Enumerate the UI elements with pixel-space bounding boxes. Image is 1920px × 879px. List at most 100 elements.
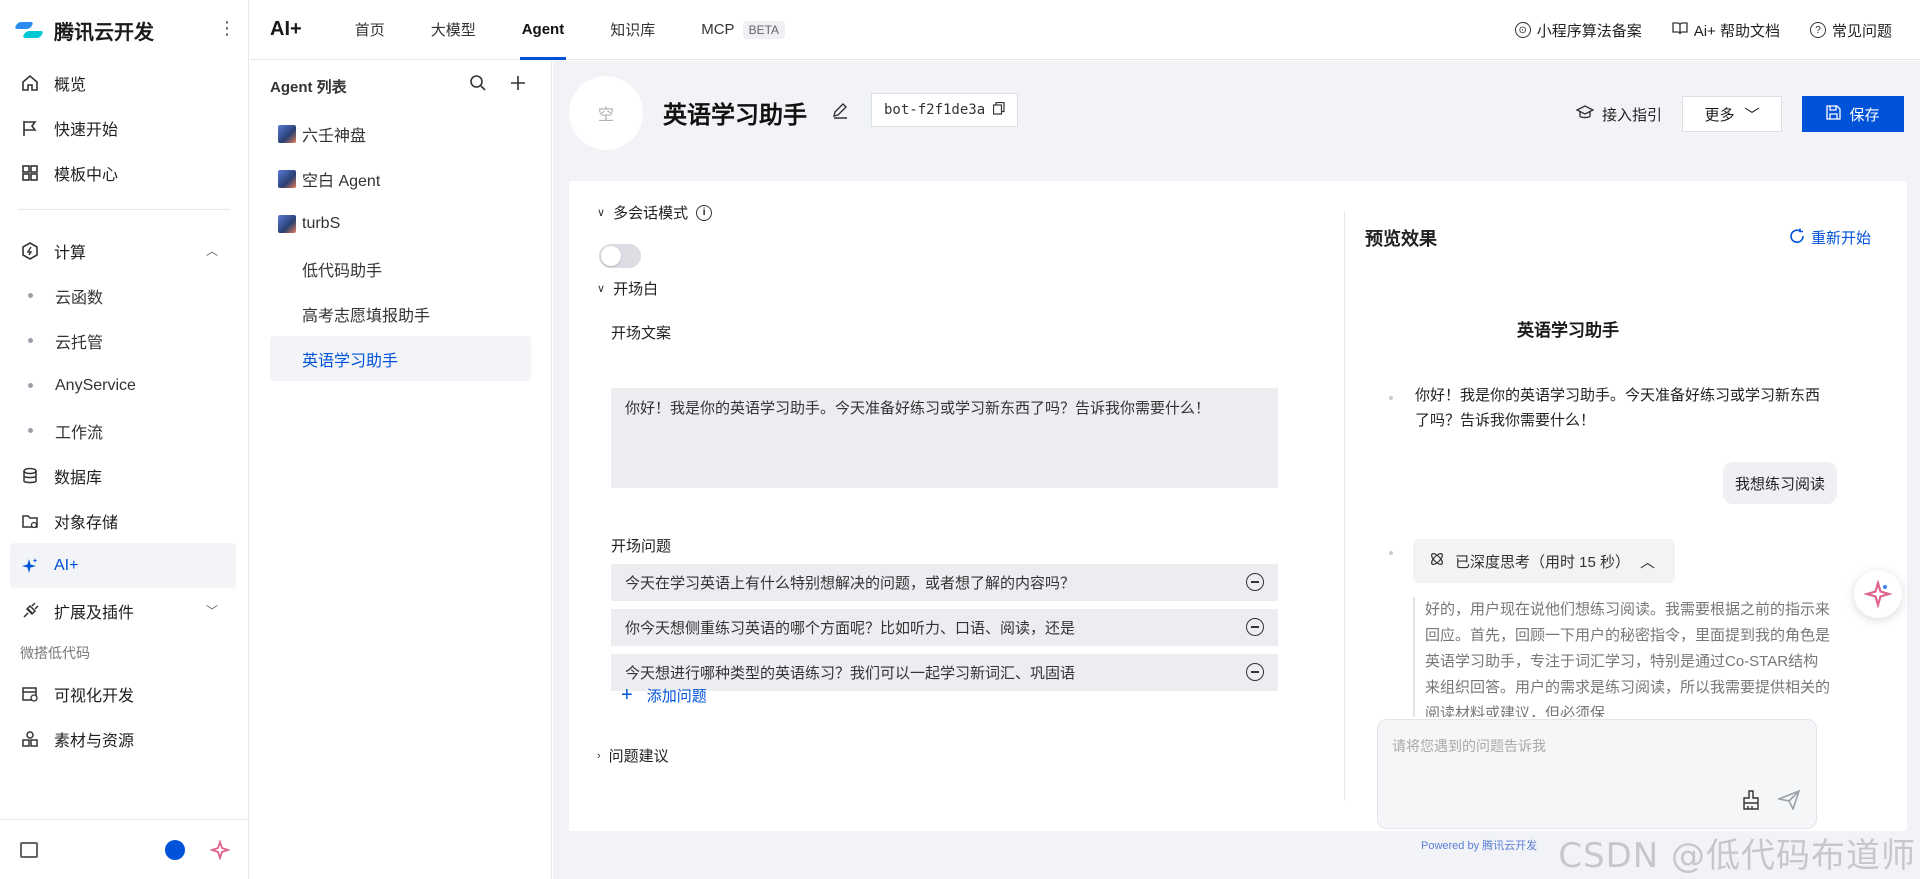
sidebar-item-cloud-functions[interactable]: 云函数 bbox=[0, 273, 248, 318]
sidebar-item-database[interactable]: 数据库 bbox=[0, 453, 248, 498]
sidebar-nav: 概览 快速开始 模板中心 计算 ︿ 云函数 云托管 AnyService 工作流… bbox=[0, 60, 248, 761]
agent-item[interactable]: turbS bbox=[270, 201, 531, 246]
more-vertical-icon[interactable]: ⋮ bbox=[218, 18, 236, 39]
link-help-docs[interactable]: Ai+ 帮助文档 bbox=[1672, 20, 1780, 41]
agent-list-header: Agent 列表 bbox=[250, 61, 551, 111]
agent-avatar bbox=[278, 260, 296, 278]
add-icon[interactable] bbox=[509, 74, 527, 98]
sidebar-item-quickstart[interactable]: 快速开始 bbox=[0, 105, 248, 150]
brand-title: 腾讯云开发 bbox=[54, 21, 154, 44]
opening-questions-label: 开场问题 bbox=[611, 538, 672, 555]
add-question-button[interactable]: + 添加问题 bbox=[621, 684, 707, 707]
sidebar-item-compute[interactable]: 计算 ︿ bbox=[0, 228, 248, 273]
search-icon[interactable] bbox=[469, 74, 487, 98]
link-faq[interactable]: ? 常见问题 bbox=[1809, 20, 1892, 41]
sidebar-item-assets[interactable]: 素材与资源 bbox=[0, 716, 248, 761]
link-label: 小程序算法备案 bbox=[1536, 22, 1642, 40]
refresh-icon bbox=[1789, 228, 1805, 248]
ai-assistant-logo-icon bbox=[1864, 580, 1892, 608]
tab-agent[interactable]: Agent bbox=[519, 0, 566, 60]
clear-brush-icon[interactable] bbox=[1742, 790, 1760, 810]
agent-item-selected[interactable]: 英语学习助手 bbox=[270, 336, 531, 381]
guide-button[interactable]: 接入指引 bbox=[1575, 104, 1662, 125]
section-suggestions[interactable]: › 问题建议 bbox=[597, 745, 669, 766]
header-actions: 接入指引 更多 ﹀ 保存 bbox=[1575, 96, 1904, 132]
sidebar-item-label: 工作流 bbox=[55, 424, 104, 442]
divider bbox=[1344, 211, 1345, 801]
question-input[interactable]: 今天想进行哪种类型的英语练习？我们可以一起学习新词汇、巩固语 bbox=[611, 654, 1278, 691]
sidebar-item-templates[interactable]: 模板中心 bbox=[0, 150, 248, 195]
more-dropdown[interactable]: 更多 ﹀ bbox=[1682, 96, 1782, 132]
info-icon[interactable]: i bbox=[696, 204, 713, 221]
ai-assistant-logo-icon[interactable] bbox=[210, 840, 230, 860]
agent-list-panel: Agent 列表 六壬神盘 空白 Agent turbS 低代码助手 高考志愿填… bbox=[250, 61, 552, 879]
section-label: 多会话模式 bbox=[613, 205, 689, 222]
bot-id-field[interactable]: bot-f2f1de3a bbox=[871, 93, 1019, 127]
sidebar-item-storage[interactable]: 对象存储 bbox=[0, 498, 248, 543]
preview-panel: 预览效果 重新开始 英语学习助手 你好！我是你的英语学习助手。今天准备好练习或学… bbox=[1349, 181, 1907, 852]
section-opening[interactable]: ∨ 开场白 bbox=[597, 278, 658, 299]
config-panel: ∨ 多会话模式 i ∨ 开场白 开场文案 你好！我是你的英语学习助手。今天准备好… bbox=[569, 181, 1339, 831]
tab-mcp[interactable]: MCP BETA bbox=[701, 0, 786, 60]
agent-item-label: 低代码助手 bbox=[302, 262, 383, 280]
restart-button[interactable]: 重新开始 bbox=[1789, 227, 1871, 248]
agent-item[interactable]: 空白 Agent bbox=[270, 156, 531, 201]
section-label: 问题建议 bbox=[608, 748, 669, 765]
remove-icon[interactable] bbox=[1246, 663, 1264, 681]
brand[interactable]: 腾讯云开发 bbox=[0, 0, 248, 60]
preview-bot-name: 英语学习助手 bbox=[1517, 321, 1619, 340]
section-multi-session[interactable]: ∨ 多会话模式 i bbox=[597, 202, 713, 223]
chevron-up-icon: ︿ bbox=[205, 244, 218, 258]
divider bbox=[18, 209, 230, 210]
agent-avatar bbox=[278, 305, 296, 323]
user-message: 我想练习阅读 bbox=[1722, 462, 1837, 504]
chat-input[interactable]: 请将您遇到的问题告诉我 bbox=[1377, 719, 1817, 829]
tab-knowledge[interactable]: 知识库 bbox=[610, 0, 655, 60]
agent-item[interactable]: 低代码助手 bbox=[270, 246, 531, 291]
copy-icon[interactable] bbox=[993, 101, 1005, 119]
sidebar-item-visual-dev[interactable]: 可视化开发 bbox=[0, 671, 248, 716]
edit-icon[interactable] bbox=[831, 101, 849, 119]
tab-mcp-label: MCP bbox=[701, 21, 735, 38]
opening-text-input[interactable]: 你好！我是你的英语学习助手。今天准备好练习或学习新东西了吗？告诉我你需要什么！ bbox=[611, 388, 1278, 488]
remove-icon[interactable] bbox=[1246, 573, 1264, 591]
save-button[interactable]: 保存 bbox=[1802, 96, 1904, 132]
question-icon: ? bbox=[1809, 22, 1826, 38]
user-avatar-icon[interactable] bbox=[165, 840, 185, 860]
send-icon[interactable] bbox=[1778, 790, 1800, 810]
bot-avatar-dot bbox=[1389, 396, 1393, 400]
sidebar-item-ai[interactable]: AI+ bbox=[10, 543, 236, 588]
link-label: 常见问题 bbox=[1831, 22, 1892, 40]
chevron-down-icon: ∨ bbox=[597, 207, 606, 219]
question-text: 你今天想侧重练习英语的哪个方面呢？比如听力、口语、阅读，还是 bbox=[625, 620, 1076, 637]
thinking-toggle[interactable]: 已深度思考（用时 15 秒） ︿ bbox=[1413, 539, 1676, 583]
bot-avatar[interactable]: 空 bbox=[569, 76, 643, 150]
sidebar-item-cloud-hosting[interactable]: 云托管 bbox=[0, 318, 248, 363]
sidebar-item-anyservice[interactable]: AnyService bbox=[0, 363, 248, 408]
remove-icon[interactable] bbox=[1246, 618, 1264, 636]
sidebar-item-extensions[interactable]: 扩展及插件 ﹀ bbox=[0, 588, 248, 633]
question-input[interactable]: 今天在学习英语上有什么特别想解决的问题，或者想了解的内容吗？ bbox=[611, 564, 1278, 601]
tab-llm[interactable]: 大模型 bbox=[431, 0, 476, 60]
multi-session-toggle[interactable] bbox=[599, 244, 641, 268]
powered-by[interactable]: Powered by 腾讯云开发 bbox=[1421, 837, 1537, 853]
agent-avatar bbox=[278, 124, 296, 143]
question-input[interactable]: 你今天想侧重练习英语的哪个方面呢？比如听力、口语、阅读，还是 bbox=[611, 609, 1278, 646]
chat-input-placeholder: 请将您遇到的问题告诉我 bbox=[1392, 738, 1546, 754]
floating-ai-button[interactable] bbox=[1854, 570, 1902, 618]
tab-home[interactable]: 首页 bbox=[355, 0, 385, 60]
beta-badge: BETA bbox=[742, 20, 786, 39]
sidebar-item-overview[interactable]: 概览 bbox=[0, 60, 248, 105]
thinking-label: 已深度思考（用时 15 秒） bbox=[1455, 553, 1631, 571]
atom-icon bbox=[1429, 551, 1445, 571]
collapse-sidebar-icon[interactable] bbox=[20, 842, 38, 858]
sidebar-item-workflow[interactable]: 工作流 bbox=[0, 408, 248, 453]
plug-icon bbox=[20, 601, 40, 621]
sidebar-item-label: 对象存储 bbox=[54, 514, 119, 532]
reasoning-text: 好的，用户现在说他们想练习阅读。我需要根据之前的指示来回应。首先，回顾一下用户的… bbox=[1413, 597, 1833, 717]
agent-item[interactable]: 六壬神盘 bbox=[270, 111, 531, 156]
link-algorithm-filing[interactable]: ⊙ 小程序算法备案 bbox=[1514, 20, 1642, 41]
graduation-icon bbox=[1575, 104, 1595, 124]
top-links: ⊙ 小程序算法备案 Ai+ 帮助文档 ? 常见问题 bbox=[1514, 0, 1892, 60]
agent-item[interactable]: 高考志愿填报助手 bbox=[270, 291, 531, 336]
